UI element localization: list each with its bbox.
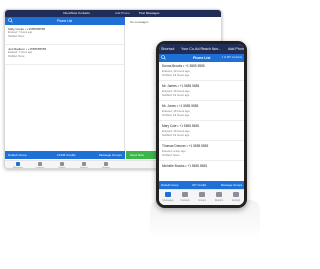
- list-item[interactable]: Jed Madison • +1555555555 Entered: 7 hou…: [5, 45, 125, 65]
- tablet-top-bar: Inbox/New Contacts Add Phone Post Messag…: [5, 10, 221, 17]
- list-item[interactable]: Michelle Brooks • +1 5555 5555: [159, 162, 244, 181]
- contact-name: Thomas Dreover • +1 5555 5555: [162, 144, 209, 148]
- nav-settings[interactable]: Settings: [99, 162, 113, 169]
- nav-label: Contacts: [180, 199, 190, 202]
- contact-notified: Notified: 19 hours ago: [162, 73, 190, 77]
- shortcut-button[interactable]: Shortcut: [161, 47, 174, 51]
- phone-title: Your Co-Ad Reach Nov...: [181, 47, 221, 51]
- contact-entered: Entered: 7 hours ago: [8, 51, 33, 54]
- nav-contacts[interactable]: Contacts: [177, 192, 193, 204]
- tablet-bottom-bar: Default Group 12345 Credits Message Grou…: [5, 151, 125, 159]
- contact-name: Michelle Brooks • +1 5555 5555: [162, 164, 207, 168]
- tablet-contact-list: Phone List Sally Cooke • +1555555555 Ent…: [5, 17, 125, 160]
- contacts-icon: [182, 192, 188, 197]
- default-group-button[interactable]: Default Group: [161, 183, 178, 187]
- contact-name: Donna Brooks • +1 5555 5555: [162, 64, 205, 68]
- tablet-search-bar[interactable]: Phone List: [5, 17, 125, 25]
- contact-name: Mary Cole • +1 5555 5555: [162, 124, 199, 128]
- send-now-label: Send Now: [130, 153, 144, 157]
- nav-label: Settings: [102, 167, 110, 169]
- nav-messages[interactable]: Messages: [160, 192, 176, 204]
- list-item[interactable]: Mary Cole • +1 5555 5555 Entered: 19 hou…: [159, 122, 244, 141]
- phone-search-bar[interactable]: Phone List 1 of 687 Contacts: [159, 54, 244, 62]
- tablet-add-phone-button[interactable]: Add Phone: [115, 11, 130, 15]
- nav-label: Groups: [58, 167, 66, 169]
- nav-label: Reports: [80, 167, 88, 169]
- nav-messages[interactable]: Messages: [11, 162, 25, 169]
- contacts-icon: [38, 162, 42, 166]
- message-groups-button[interactable]: Message Groups: [99, 153, 122, 157]
- list-item[interactable]: Mr. Jones • +1 5555 5555 Entered: 19 hou…: [159, 102, 244, 121]
- messages-icon: [165, 192, 171, 197]
- nav-reports[interactable]: Reports: [77, 162, 91, 169]
- groups-icon: [60, 162, 64, 166]
- contact-name: Mr. James • +1 5555 5555: [162, 84, 200, 88]
- contact-notified: Notified: 19 hours ago: [162, 133, 190, 137]
- message-groups-button[interactable]: Message Groups: [221, 183, 242, 187]
- phone-add-phone-button[interactable]: Add Phone: [228, 47, 244, 51]
- no-messages-text: No messages: [130, 20, 149, 24]
- phone-device: Shortcut Your Co-Ad Reach Nov... Add Pho…: [156, 41, 247, 208]
- settings-icon: [104, 162, 108, 166]
- phone-top-bar: Shortcut Your Co-Ad Reach Nov... Add Pho…: [159, 44, 244, 54]
- groups-icon: [199, 192, 205, 197]
- contacts-counter: 1 of 687 Contacts: [221, 56, 242, 59]
- nav-label: Settings: [231, 199, 241, 202]
- tablet-phone-list-title: Phone List: [57, 19, 73, 23]
- contact-notified: Notified: 19 hours ago: [162, 113, 190, 117]
- credits-label: 237 Credits: [192, 183, 207, 187]
- nav-reports[interactable]: Reports: [211, 192, 227, 204]
- phone-list-title: Phone List: [193, 56, 211, 60]
- nav-label: Reports: [214, 199, 224, 202]
- contact-name: Mr. Jones • +1 5555 5555: [162, 104, 199, 108]
- nav-groups[interactable]: Groups: [55, 162, 69, 169]
- reports-icon: [216, 192, 222, 197]
- reports-icon: [82, 162, 86, 166]
- default-group-button[interactable]: Default Group: [8, 153, 27, 157]
- nav-label: Messages: [162, 199, 174, 202]
- tablet-title: Inbox/New Contacts: [63, 11, 90, 15]
- search-icon[interactable]: [8, 18, 13, 23]
- contact-entered: Entered: 7 hours ago: [8, 31, 33, 34]
- list-item[interactable]: Donna Brooks • +1 5555 5555 Entered: 19 …: [159, 62, 244, 81]
- search-icon[interactable]: [161, 55, 166, 60]
- list-item[interactable]: Thomas Dreover • +1 5555 5555 Entered: a…: [159, 142, 244, 161]
- nav-label: Contacts: [35, 167, 45, 169]
- phone-bottom-bar: Default Group 237 Credits Message Groups: [159, 181, 244, 189]
- nav-label: Groups: [198, 199, 206, 202]
- contact-notified: Notified: None: [162, 153, 180, 157]
- nav-label: Messages: [13, 167, 23, 169]
- settings-icon: [233, 192, 239, 197]
- messages-icon: [16, 162, 20, 166]
- list-item[interactable]: Mr. James • +1 5555 5555 Entered: 19 hou…: [159, 82, 244, 101]
- contact-notified: Notified: 19 hours ago: [162, 93, 190, 97]
- list-item[interactable]: Sally Cooke • +1555555555 Entered: 7 hou…: [5, 25, 125, 45]
- phone-bottom-nav: Messages Contacts Groups Reports Setting…: [159, 189, 244, 205]
- nav-contacts[interactable]: Contacts: [33, 162, 47, 169]
- credits-label: 12345 Credits: [57, 153, 76, 157]
- tablet-post-messages-title: Post Messages: [139, 11, 160, 15]
- contact-notified: Notified: None: [8, 55, 25, 58]
- contact-notified: Notified: None: [8, 35, 25, 38]
- nav-settings[interactable]: Settings: [228, 192, 244, 204]
- screenshot-stage: Inbox/New Contacts Add Phone Post Messag…: [0, 0, 300, 269]
- nav-groups[interactable]: Groups: [194, 192, 210, 204]
